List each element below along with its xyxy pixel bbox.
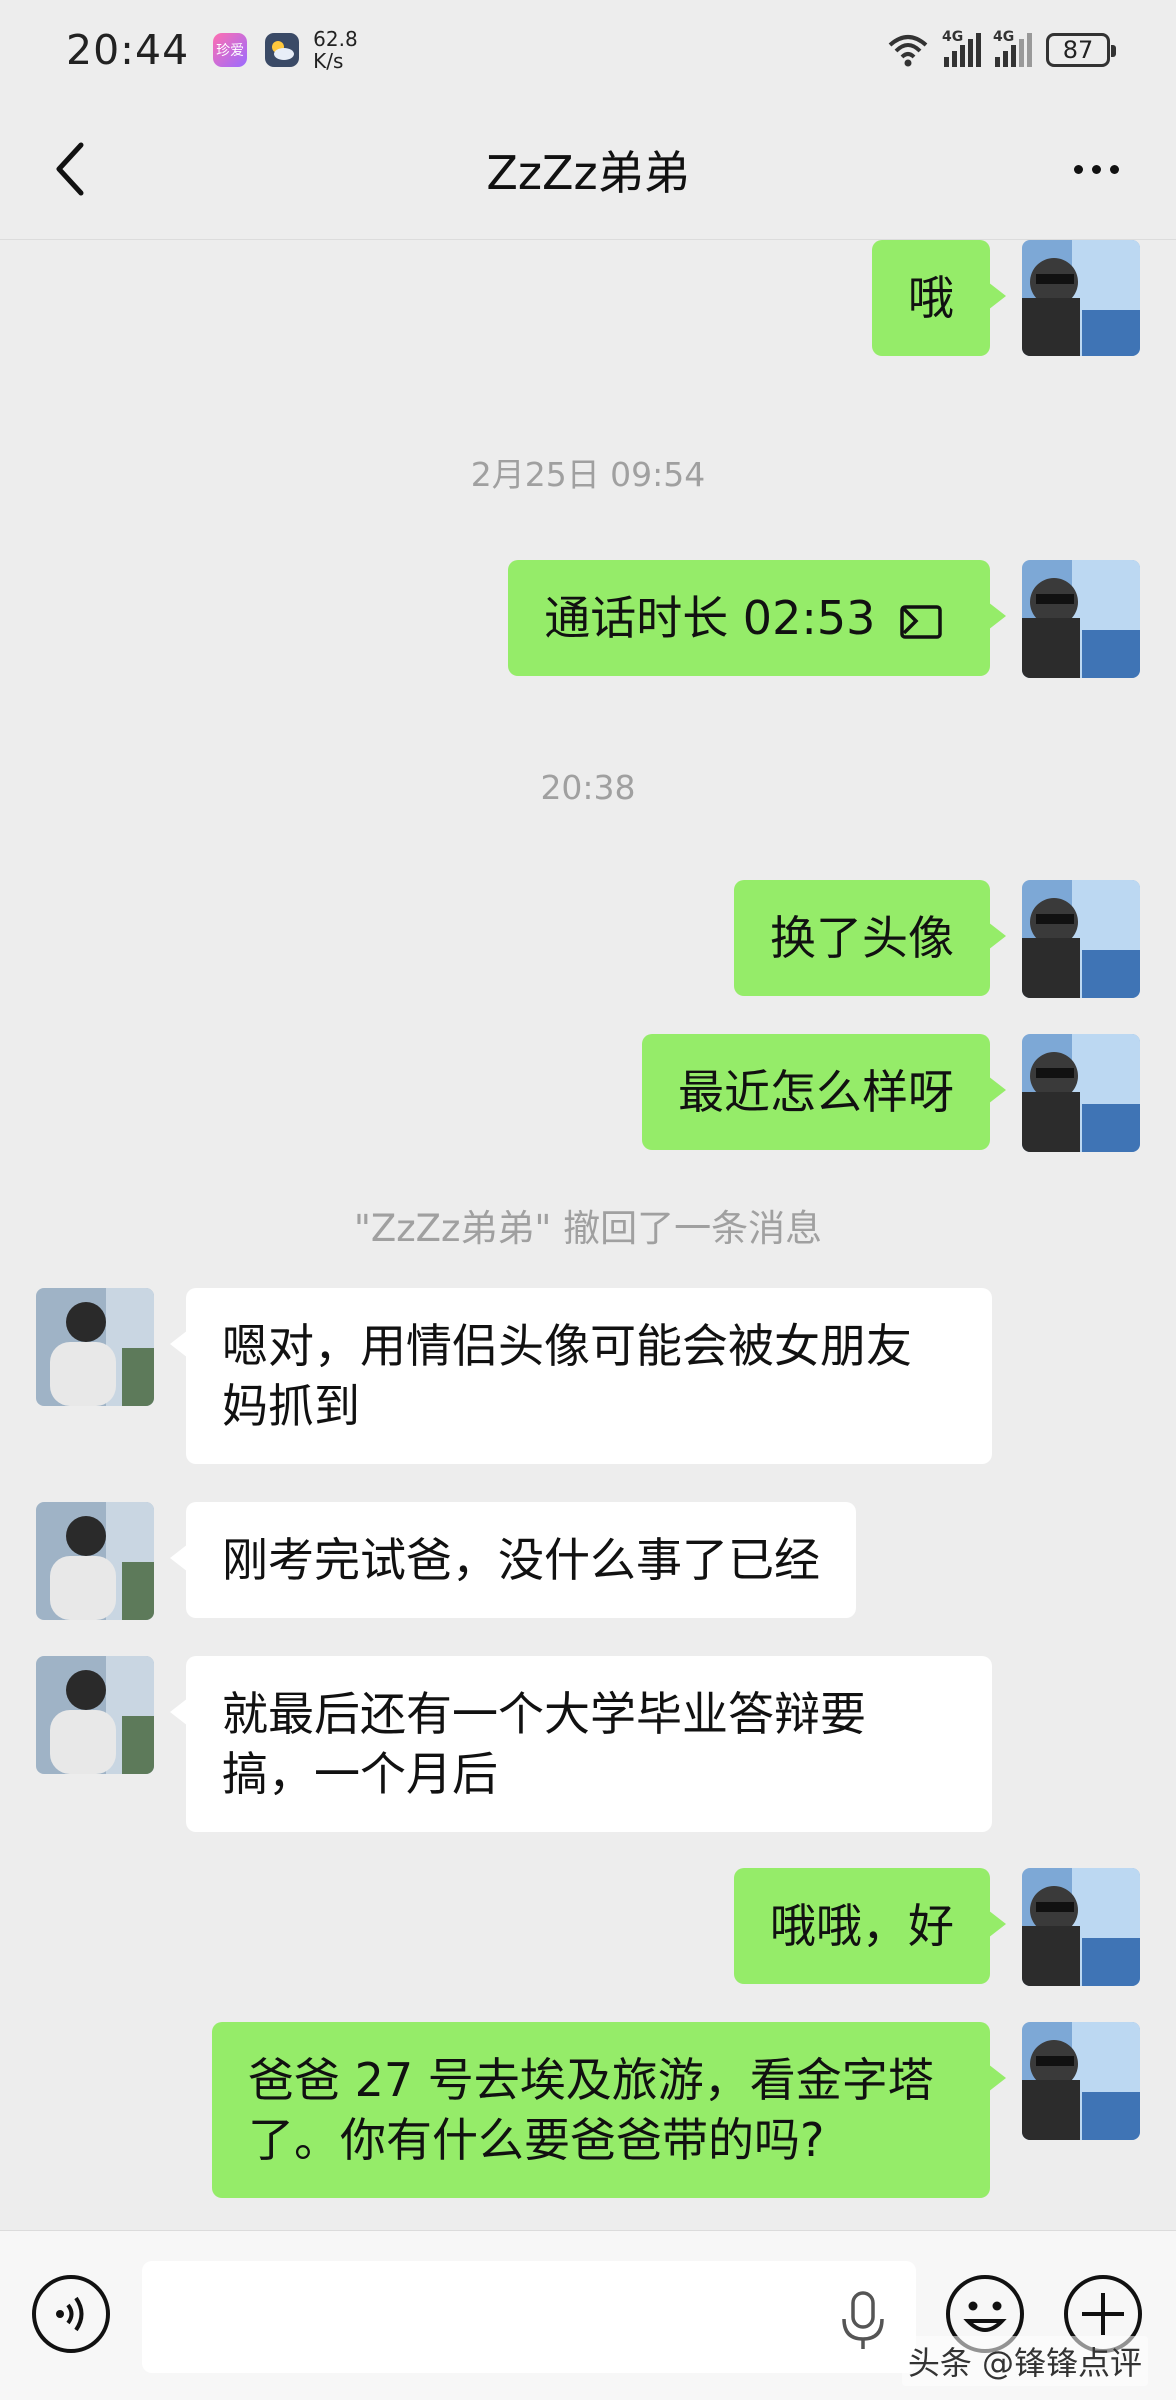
chat-header: ZzZz弟弟 — [0, 100, 1176, 240]
more-dot — [1073, 164, 1083, 174]
message-row-other: 刚考完试爸，没什么事了已经 — [0, 1502, 1176, 1620]
message-input[interactable] — [142, 2261, 916, 2373]
message-bubble[interactable]: 哦哦，好 — [734, 1868, 1006, 1984]
more-button[interactable] — [1056, 134, 1136, 204]
video-call-icon — [900, 604, 942, 639]
contact-avatar[interactable] — [36, 1502, 154, 1620]
timestamp: 2月25日 09:54 — [470, 455, 706, 494]
my-avatar[interactable] — [1022, 2022, 1140, 2140]
message-bubble[interactable]: 就最后还有一个大学毕业答辩要搞，一个月后 — [170, 1656, 992, 1832]
message-bubble[interactable]: 嗯对，用情侣头像可能会被女朋友妈抓到 — [170, 1288, 992, 1464]
status-time: 20:44 — [66, 26, 190, 74]
recall-notice: "ZzZz弟弟" 撤回了一条消息 — [353, 1207, 823, 1250]
message-list[interactable]: 哦 2月25日 09:54 通话时长 02:53 20:38 换了头像 最近怎么… — [0, 240, 1176, 2230]
message-row-me: 通话时长 02:53 — [0, 560, 1176, 678]
app-notification-icon: 珍爱 — [213, 33, 248, 67]
contact-avatar[interactable] — [36, 1288, 154, 1406]
status-bar: 20:44 珍爱 62.8 K/s 4G 4G 87 — [0, 0, 1176, 100]
chevron-left-icon — [56, 142, 84, 196]
message-bubble[interactable]: 爸爸 27 号去埃及旅游，看金字塔了。你有什么要爸爸带的吗? — [212, 2022, 1006, 2198]
my-avatar[interactable] — [1022, 560, 1140, 678]
microphone-icon — [842, 2291, 884, 2349]
signal2-label: 4G — [993, 29, 1015, 45]
cellular-signal-1-icon: 4G — [942, 29, 981, 67]
more-dot — [1091, 164, 1101, 174]
network-speed-unit: K/s — [313, 49, 344, 73]
chat-title: ZzZz弟弟 — [486, 145, 690, 200]
status-icons: 4G 4G 87 — [886, 29, 1116, 67]
message-bubble[interactable]: 换了头像 — [734, 880, 1006, 996]
contact-avatar[interactable] — [36, 1656, 154, 1774]
message-row-me: 哦 — [0, 240, 1176, 356]
battery-level: 87 — [1062, 36, 1094, 64]
microphone-button[interactable] — [838, 2291, 888, 2351]
watermark: 头条 @锋锋点评 — [901, 2336, 1148, 2386]
wifi-icon — [888, 35, 928, 67]
battery-icon: 87 — [1046, 33, 1116, 67]
weather-icon — [265, 33, 300, 67]
message-row-me: 爸爸 27 号去埃及旅游，看金字塔了。你有什么要爸爸带的吗? — [0, 2022, 1176, 2198]
message-row-me: 换了头像 — [0, 880, 1176, 998]
timestamp: 20:38 — [540, 768, 636, 807]
network-speed-value: 62.8 — [313, 27, 358, 51]
more-dot — [1109, 164, 1119, 174]
message-bubble[interactable]: 最近怎么样呀 — [642, 1034, 1006, 1150]
message-bubble[interactable]: 哦 — [872, 240, 1006, 356]
signal1-label: 4G — [942, 29, 964, 45]
message-row-other: 嗯对，用情侣头像可能会被女朋友妈抓到 — [0, 1288, 1176, 1464]
cellular-signal-2-icon: 4G — [993, 29, 1032, 67]
back-button[interactable] — [40, 134, 100, 204]
my-avatar[interactable] — [1022, 880, 1140, 998]
message-row-other: 就最后还有一个大学毕业答辩要搞，一个月后 — [0, 1656, 1176, 1832]
voice-mode-button[interactable] — [30, 2273, 112, 2355]
my-avatar[interactable] — [1022, 1868, 1140, 1986]
message-row-me: 最近怎么样呀 — [0, 1034, 1176, 1152]
network-speed: 62.8 K/s — [313, 28, 358, 72]
my-avatar[interactable] — [1022, 240, 1140, 356]
voice-mode-icon — [32, 2275, 110, 2353]
my-avatar[interactable] — [1022, 1034, 1140, 1152]
call-record-bubble[interactable]: 通话时长 02:53 — [508, 560, 1006, 676]
call-duration-text: 通话时长 02:53 — [544, 591, 876, 645]
message-row-me: 哦哦，好 — [0, 1868, 1176, 1986]
message-bubble[interactable]: 刚考完试爸，没什么事了已经 — [170, 1502, 856, 1618]
